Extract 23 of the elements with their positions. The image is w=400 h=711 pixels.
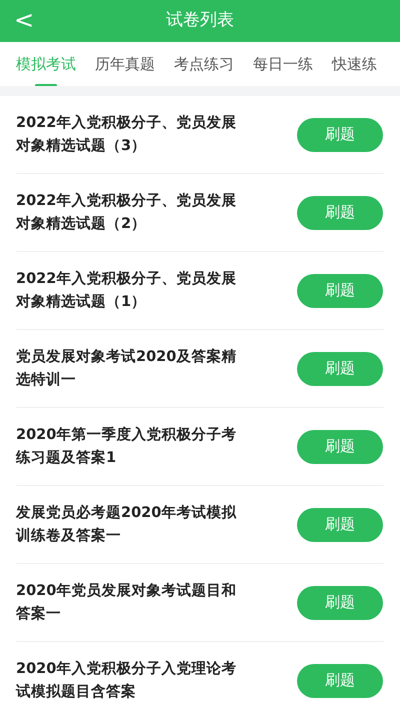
practice-button[interactable]: 刷题 (297, 352, 383, 386)
tab[interactable]: 历年真题 (95, 42, 155, 86)
paper-title: 2020年党员发展对象考试题目和答案一 (16, 582, 238, 624)
paper-title: 党员发展对象考试2020及答案精选特训一 (16, 347, 238, 390)
paper-title: 2020年入党积极分子入党理论考试模拟题目含答案 (16, 660, 238, 702)
back-button[interactable]: < (14, 6, 34, 34)
paper-title: 2022年入党积极分子、党员发展对象精选试题（1） (16, 270, 238, 312)
tab[interactable]: 快速练 (332, 42, 377, 86)
paper-title: 2022年入党积极分子、党员发展对象精选试题（3） (16, 114, 238, 156)
practice-button[interactable]: 刷题 (297, 196, 383, 230)
page-title: 试卷列表 (166, 9, 234, 32)
paper-title: 2022年入党积极分子、党员发展对象精选试题（2） (16, 192, 238, 234)
tab[interactable]: 模拟考试 (16, 42, 76, 86)
practice-button[interactable]: 刷题 (297, 274, 383, 308)
practice-button[interactable]: 刷题 (297, 664, 383, 698)
paper-title: 发展党员必考题2020年考试模拟训练卷及答案一 (16, 504, 238, 546)
practice-button[interactable]: 刷题 (297, 586, 383, 620)
practice-button[interactable]: 刷题 (297, 118, 383, 152)
practice-button[interactable]: 刷题 (297, 508, 383, 542)
paper-title: 2020年第一季度入党积极分子考练习题及答案1 (16, 425, 238, 468)
tab[interactable]: 考点练习 (174, 42, 234, 86)
practice-button[interactable]: 刷题 (297, 430, 383, 464)
tab[interactable]: 每日一练 (253, 42, 313, 86)
